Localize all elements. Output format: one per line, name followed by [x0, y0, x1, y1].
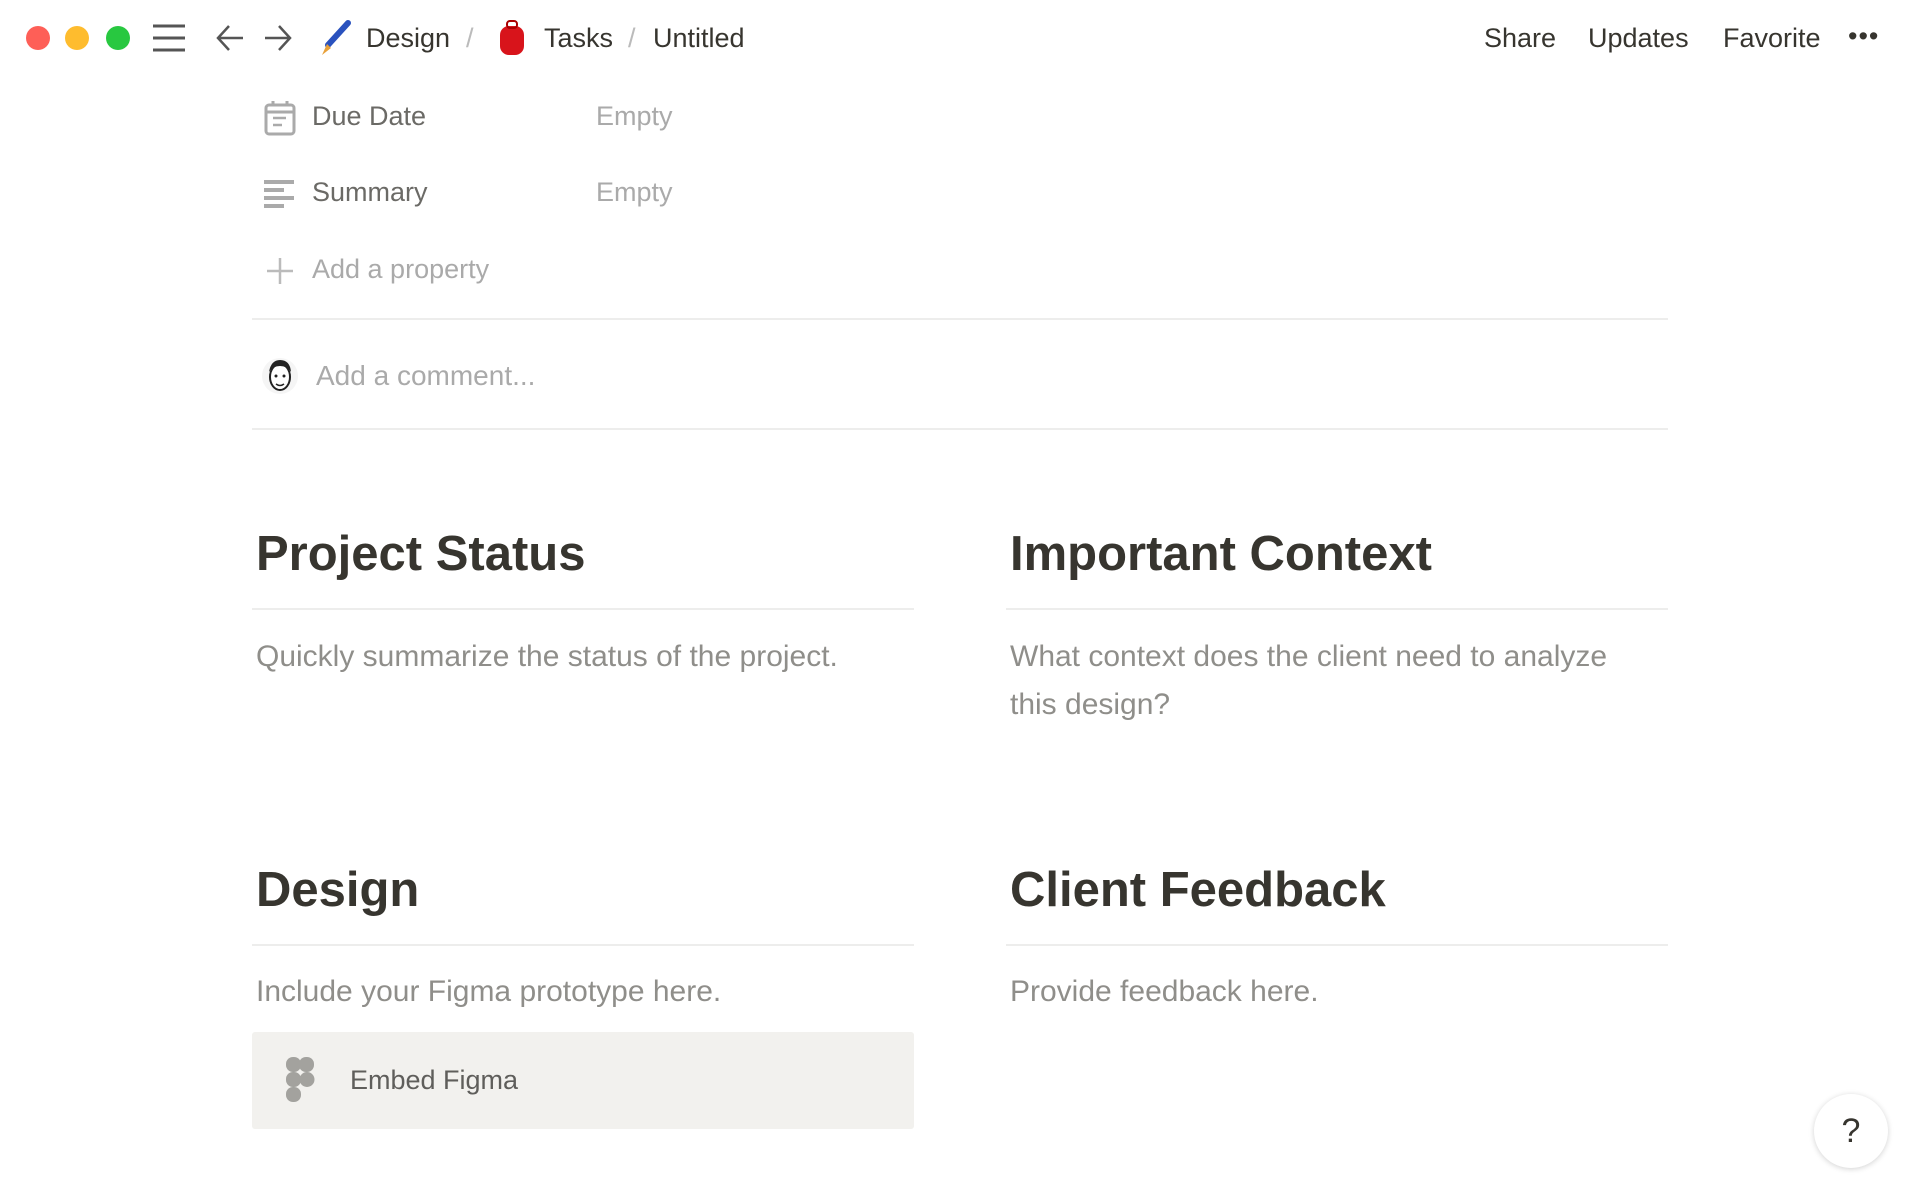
menu-icon[interactable] — [153, 23, 185, 53]
breadcrumb-separator: / — [628, 23, 636, 53]
important-context-text[interactable]: What context does the client need to ana… — [1010, 633, 1650, 729]
heading-important-context: Important Context — [1010, 527, 1432, 581]
window-minimize-button[interactable] — [65, 26, 89, 50]
forward-arrow-icon[interactable] — [263, 24, 293, 52]
client-feedback-text[interactable]: Provide feedback here. — [1010, 968, 1650, 1016]
comment-input[interactable]: Add a comment... — [316, 358, 535, 394]
heading-underline — [252, 608, 914, 610]
embed-figma-button[interactable]: Embed Figma — [252, 1032, 914, 1129]
window-close-button[interactable] — [26, 26, 50, 50]
design-text[interactable]: Include your Figma prototype here. — [256, 968, 916, 1016]
heading-project-status: Project Status — [256, 527, 586, 581]
paintbrush-icon — [322, 20, 351, 55]
breadcrumb-tasks[interactable]: Tasks — [544, 20, 613, 56]
embed-figma-label: Embed Figma — [350, 1065, 519, 1095]
help-button[interactable]: ? — [1814, 1094, 1888, 1168]
calendar-icon — [264, 101, 296, 136]
heading-underline — [1006, 608, 1668, 610]
back-arrow-icon[interactable] — [215, 24, 245, 52]
backpack-icon — [500, 20, 524, 55]
breadcrumb-untitled[interactable]: Untitled — [653, 20, 745, 56]
plus-icon — [267, 258, 293, 284]
heading-underline — [252, 944, 914, 946]
breadcrumb-design[interactable]: Design — [366, 20, 450, 56]
heading-underline — [1006, 944, 1668, 946]
divider — [252, 428, 1668, 430]
property-row-due-date[interactable]: Due Date Empty — [262, 98, 762, 138]
add-property-button[interactable]: Add a property — [262, 251, 562, 291]
favorite-button[interactable]: Favorite — [1723, 20, 1821, 56]
add-property-label: Add a property — [312, 254, 490, 284]
divider — [252, 318, 1668, 320]
property-label: Due Date — [312, 101, 427, 131]
breadcrumb-separator: / — [466, 23, 474, 53]
updates-button[interactable]: Updates — [1588, 20, 1689, 56]
heading-design: Design — [256, 863, 420, 917]
text-lines-icon — [264, 180, 294, 208]
window-maximize-button[interactable] — [106, 26, 130, 50]
more-options-button[interactable]: ••• — [1848, 18, 1879, 54]
project-status-text[interactable]: Quickly summarize the status of the proj… — [256, 633, 916, 681]
property-row-summary[interactable]: Summary Empty — [262, 174, 762, 214]
heading-client-feedback: Client Feedback — [1010, 863, 1386, 917]
property-label: Summary — [312, 177, 428, 207]
property-value[interactable]: Empty — [596, 174, 673, 210]
figma-icon — [286, 1057, 315, 1102]
property-value[interactable]: Empty — [596, 98, 673, 134]
user-avatar — [262, 358, 298, 394]
share-button[interactable]: Share — [1484, 20, 1556, 56]
